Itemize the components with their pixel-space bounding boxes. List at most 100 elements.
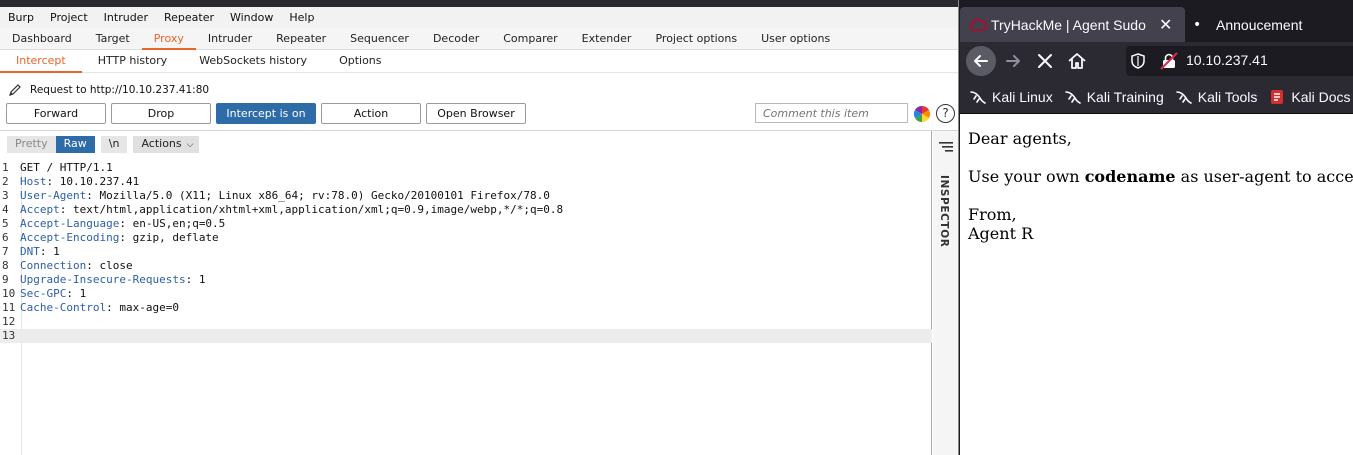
open-browser-button[interactable]: Open Browser bbox=[426, 103, 526, 124]
instruction-pre: Use your own bbox=[968, 167, 1085, 186]
chevron-down-icon: ⌵ bbox=[186, 140, 194, 150]
tracking-shield-icon[interactable] bbox=[1130, 52, 1146, 70]
inspector-panel[interactable]: INSPECTOR bbox=[933, 131, 958, 455]
actions-label: Actions bbox=[141, 137, 182, 150]
tab-websockets-history[interactable]: WebSockets history bbox=[183, 50, 323, 73]
line-number: 13 bbox=[2, 329, 16, 342]
request-line[interactable]: 2 Host: 10.10.237.41 bbox=[0, 175, 932, 189]
request-body[interactable]: 1 GET / HTTP/1.1 2 Host: 10.10.237.41 3 User-… bbox=[0, 161, 932, 343]
bookmark-kali-training[interactable]: Kali Training bbox=[1064, 89, 1164, 105]
menu-project[interactable]: Project bbox=[42, 7, 96, 28]
browser-tab-active[interactable]: TryHackMe | Agent Sudo ✕ bbox=[960, 7, 1185, 43]
header-name: User-Agent bbox=[20, 189, 87, 202]
kali-dragon-icon bbox=[1175, 90, 1192, 104]
request-line[interactable]: 7 DNT: 1 bbox=[0, 245, 932, 259]
header-value: : gzip, deflate bbox=[119, 231, 219, 244]
intercept-toolbar: Forward Drop Intercept is on Action Open… bbox=[0, 103, 958, 125]
header-value: : 10.10.237.41 bbox=[46, 175, 140, 188]
tab-intruder[interactable]: Intruder bbox=[196, 28, 264, 50]
header-value: GET / HTTP/1.1 bbox=[20, 161, 113, 174]
signoff: From, Agent R bbox=[968, 205, 1345, 243]
intercept-toggle-button[interactable]: Intercept is on bbox=[216, 103, 316, 124]
home-icon[interactable] bbox=[1066, 50, 1088, 72]
codename-emphasis: codename bbox=[1084, 167, 1176, 186]
main-tabs: Dashboard Target Proxy Intruder Repeater… bbox=[0, 28, 958, 50]
request-line[interactable]: 6 Accept-Encoding: gzip, deflate bbox=[0, 231, 932, 245]
highlight-color-icon[interactable] bbox=[913, 105, 931, 123]
tab-proxy[interactable]: Proxy bbox=[141, 28, 197, 50]
header-value: : text/html,application/xhtml+xml,applic… bbox=[59, 203, 564, 216]
request-line[interactable]: 4 Accept: text/html,application/xhtml+xml… bbox=[0, 203, 932, 217]
stop-loading-icon[interactable] bbox=[1034, 50, 1056, 72]
navigation-bar: 10.10.237.41 bbox=[960, 42, 1353, 80]
menu-help[interactable]: Help bbox=[281, 7, 322, 28]
header-name: DNT bbox=[20, 245, 40, 258]
tab-dashboard[interactable]: Dashboard bbox=[0, 28, 84, 50]
close-tab-icon[interactable]: ✕ bbox=[1159, 15, 1172, 34]
kali-dragon-icon bbox=[1064, 90, 1081, 104]
line-number: 11 bbox=[2, 301, 16, 314]
menu-lines-icon[interactable] bbox=[939, 141, 953, 153]
burp-window: Burp Project Intruder Repeater Window He… bbox=[0, 0, 959, 455]
inspector-label[interactable]: INSPECTOR bbox=[938, 175, 950, 247]
line-number: 8 bbox=[2, 259, 9, 272]
tab-comparer[interactable]: Comparer bbox=[491, 28, 569, 50]
kali-dragon-icon bbox=[970, 90, 986, 104]
insecure-lock-icon[interactable] bbox=[1160, 52, 1178, 70]
request-line[interactable]: 9 Upgrade-Insecure-Requests: 1 bbox=[0, 273, 932, 287]
request-line[interactable]: 12 bbox=[0, 315, 932, 329]
forward-button[interactable]: Forward bbox=[6, 103, 106, 124]
bookmark-label: Kali Docs bbox=[1291, 88, 1351, 105]
header-name: Accept bbox=[20, 203, 60, 216]
pretty-button[interactable]: Pretty bbox=[7, 136, 56, 153]
tab-user-options[interactable]: User options bbox=[749, 28, 842, 50]
header-value: : 1 bbox=[66, 287, 87, 300]
newline-toggle-button[interactable]: \n bbox=[100, 136, 128, 153]
tab-http-history[interactable]: HTTP history bbox=[82, 50, 183, 73]
request-line[interactable]: 1 GET / HTTP/1.1 bbox=[0, 161, 932, 175]
actions-dropdown[interactable]: Actions ⌵ bbox=[133, 136, 200, 153]
url-text[interactable]: 10.10.237.41 bbox=[1186, 52, 1268, 68]
proxy-tabs: Intercept HTTP history WebSockets histor… bbox=[0, 50, 958, 73]
request-line[interactable]: 3 User-Agent: Mozilla/5.0 (X11; Linux x86… bbox=[0, 189, 932, 203]
header-value: : 1 bbox=[185, 273, 206, 286]
request-line[interactable]: 5 Accept-Language: en-US,en;q=0.5 bbox=[0, 217, 932, 231]
menu-window[interactable]: Window bbox=[222, 7, 281, 28]
bookmark-kali-linux[interactable]: Kali Linux bbox=[970, 89, 1053, 105]
drop-button[interactable]: Drop bbox=[111, 103, 211, 124]
request-line[interactable]: 10 Sec-GPC: 1 bbox=[0, 287, 932, 301]
tab-extender[interactable]: Extender bbox=[570, 28, 644, 50]
tab-indicator-dot: • bbox=[1193, 17, 1202, 33]
raw-button[interactable]: Raw bbox=[55, 136, 95, 153]
menu-bar: Burp Project Intruder Repeater Window He… bbox=[0, 7, 958, 28]
browser-tab-title: TryHackMe | Agent Sudo bbox=[991, 17, 1146, 33]
header-value: : close bbox=[86, 259, 133, 272]
request-editor[interactable]: Pretty Raw \n Actions ⌵ 1 GET / HTTP/1.1 2 H… bbox=[0, 131, 932, 455]
help-icon[interactable]: ? bbox=[936, 104, 955, 123]
menu-intruder[interactable]: Intruder bbox=[96, 7, 156, 28]
firefox-window: TryHackMe | Agent Sudo ✕ • Annoucement 1… bbox=[960, 0, 1353, 455]
tab-target[interactable]: Target bbox=[84, 28, 142, 50]
action-button[interactable]: Action bbox=[321, 103, 421, 124]
tab-intercept[interactable]: Intercept bbox=[0, 50, 82, 73]
menu-repeater[interactable]: Repeater bbox=[156, 7, 222, 28]
tab-sequencer[interactable]: Sequencer bbox=[338, 28, 421, 50]
menu-burp[interactable]: Burp bbox=[0, 7, 42, 28]
back-button[interactable] bbox=[966, 46, 996, 76]
header-name: Accept-Language bbox=[20, 217, 120, 230]
editor-toolbar: Pretty Raw \n Actions ⌵ bbox=[7, 136, 200, 153]
request-line[interactable]: 11 Cache-Control: max-age=0 bbox=[0, 301, 932, 315]
forward-arrow-icon[interactable] bbox=[1002, 50, 1024, 72]
browser-tab[interactable]: • Annoucement bbox=[1185, 7, 1353, 43]
header-value: : max-age=0 bbox=[106, 301, 179, 314]
request-line[interactable]: 13 bbox=[0, 329, 932, 343]
tab-project-options[interactable]: Project options bbox=[643, 28, 749, 50]
tab-options[interactable]: Options bbox=[323, 50, 397, 73]
request-line[interactable]: 8 Connection: close bbox=[0, 259, 932, 273]
comment-input[interactable] bbox=[755, 103, 908, 123]
bookmark-kali-tools[interactable]: Kali Tools bbox=[1175, 89, 1257, 105]
tab-decoder[interactable]: Decoder bbox=[421, 28, 491, 50]
bookmark-kali-docs[interactable]: Kali Docs bbox=[1269, 88, 1351, 105]
pencil-icon bbox=[9, 84, 21, 96]
tab-repeater[interactable]: Repeater bbox=[264, 28, 338, 50]
